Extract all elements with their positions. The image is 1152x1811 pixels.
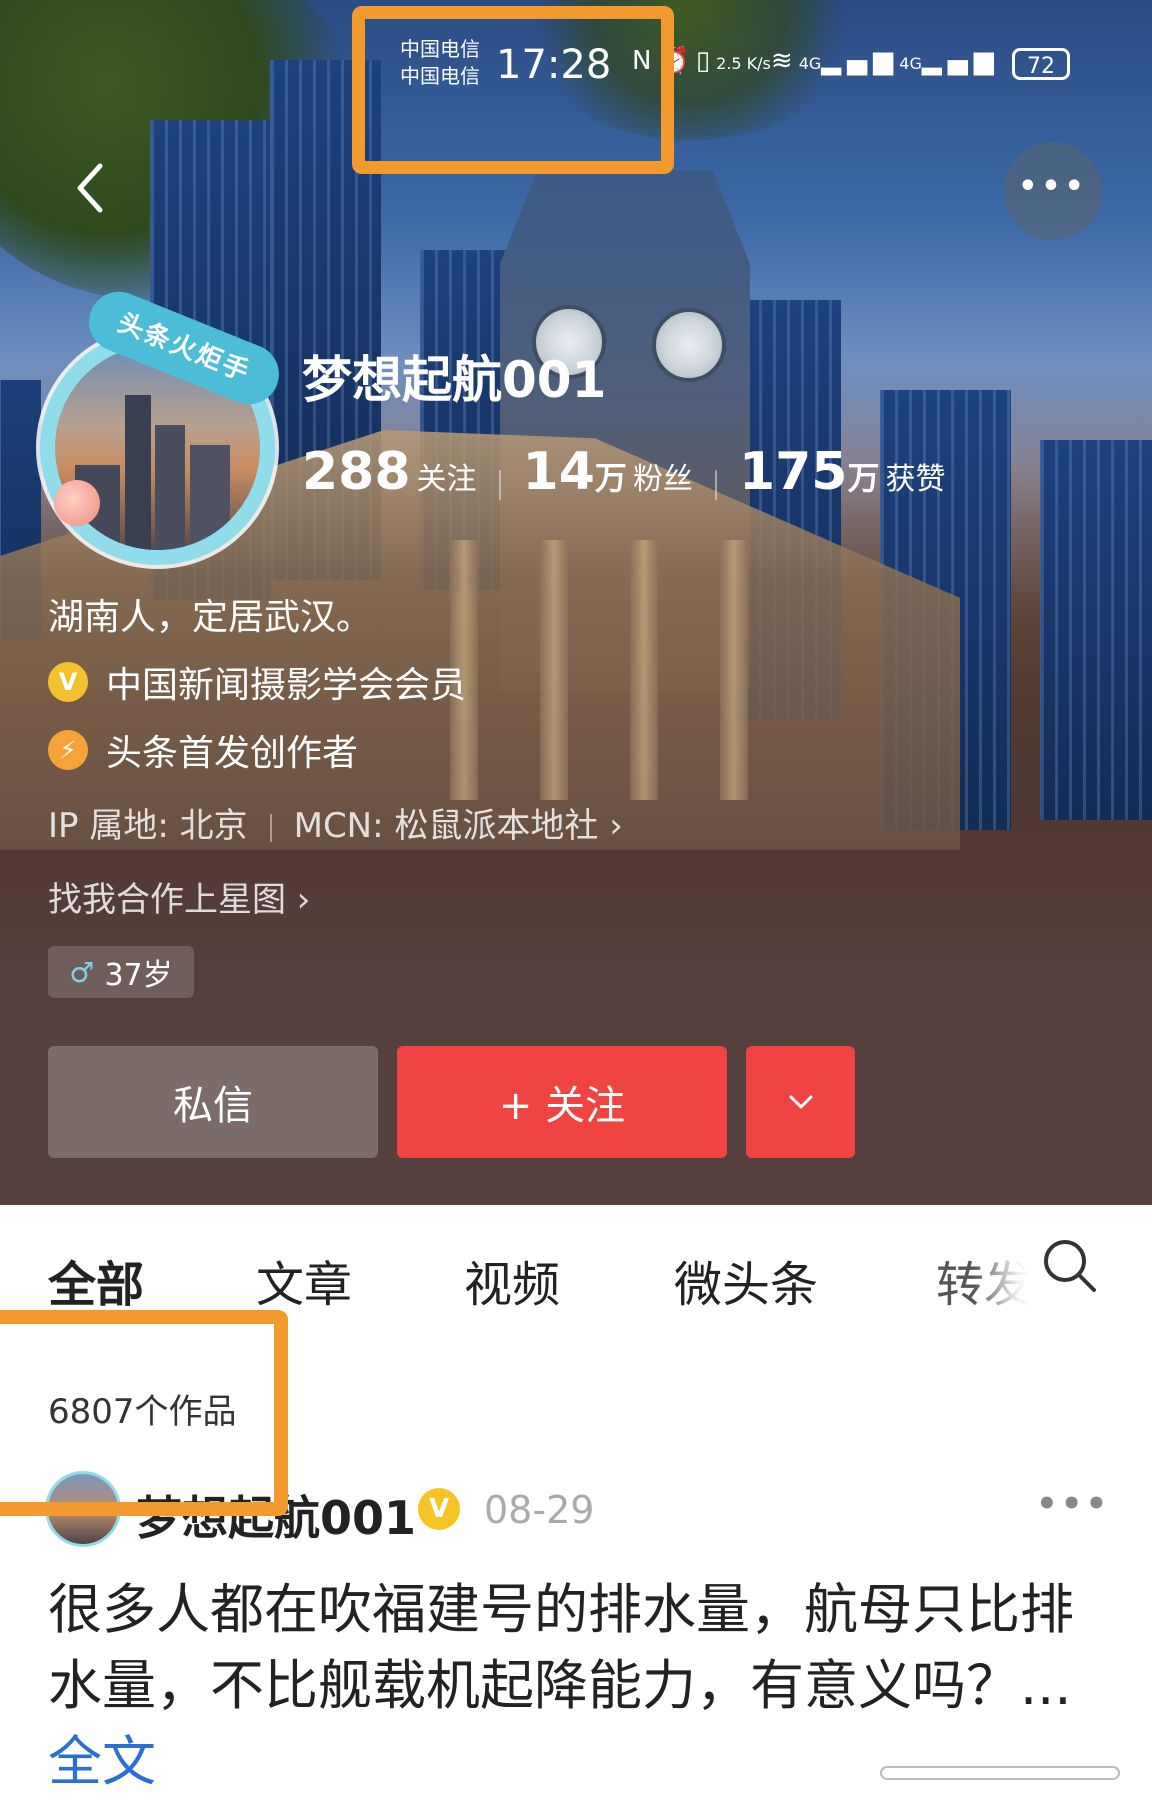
vibrate-icon: ▯ xyxy=(695,46,717,76)
certification-text: 中国新闻摄影学会会员 xyxy=(106,665,467,706)
signal-icon: ▂▄▆ xyxy=(821,46,900,76)
tab-articles[interactable]: 文章 xyxy=(256,1245,352,1315)
post-more-button[interactable]: ••• xyxy=(1036,1484,1110,1524)
chevron-down-icon xyxy=(789,1095,812,1109)
creator-text: 头条首发创作者 xyxy=(106,733,359,774)
tab-videos[interactable]: 视频 xyxy=(464,1245,560,1315)
skyscraper xyxy=(1040,440,1152,820)
search-icon xyxy=(1044,1240,1096,1292)
profile-bio: 湖南人，定居武汉。 xyxy=(48,597,373,638)
peach-icon xyxy=(54,480,100,526)
message-button[interactable]: 私信 xyxy=(48,1046,378,1158)
building-column xyxy=(540,540,568,800)
stat-following[interactable]: 288 关注 xyxy=(302,442,477,502)
tab-all[interactable]: 全部 xyxy=(48,1245,144,1315)
building-column xyxy=(720,540,748,800)
home-indicator xyxy=(880,1766,1120,1780)
building-column xyxy=(630,540,658,800)
stat-divider xyxy=(498,469,501,500)
creator-row: ⚡ 头条首发创作者 xyxy=(48,724,358,776)
stat-followers[interactable]: 14万 粉丝 xyxy=(523,442,693,502)
battery-level: 72 xyxy=(1027,54,1055,79)
signal-label-2: 4G xyxy=(899,54,922,73)
clock-face xyxy=(652,308,726,382)
tab-reposts[interactable]: 转发 xyxy=(936,1245,1028,1315)
age-tag: ♂ 37岁 xyxy=(48,946,194,998)
profile-stats: 288 关注 14万 粉丝 175万 获赞 xyxy=(302,442,946,502)
follow-button[interactable]: + 关注 xyxy=(397,1046,727,1158)
ip-mcn-row: IP 属地: 北京 MCN: 松鼠派本地社 › xyxy=(48,798,623,847)
certification-row: V 中国新闻摄影学会会员 xyxy=(48,656,466,708)
status-icons: N⏰▯2.5 K/s≋4G▂▄▆4G▂▄▆ xyxy=(632,46,1000,76)
recommend-dropdown-button[interactable] xyxy=(746,1046,855,1158)
signal-label-1: 4G xyxy=(798,54,822,73)
search-button[interactable] xyxy=(1040,1236,1098,1294)
tab-micro-posts[interactable]: 微头条 xyxy=(674,1245,818,1315)
verified-v-icon: V xyxy=(48,662,88,702)
more-options-button[interactable]: ••• xyxy=(1004,142,1102,240)
post-body: 很多人都在吹福建号的排水量，航母只比排水量，不比舰载机起降能力，有意义吗？... xyxy=(48,1578,1074,1717)
ip-divider xyxy=(269,813,272,842)
profile-name: 梦想起航001 xyxy=(302,351,607,409)
more-dots-icon: ••• xyxy=(1018,169,1088,204)
stat-divider xyxy=(714,469,717,500)
stat-likes[interactable]: 175万 获赞 xyxy=(739,442,946,502)
highlight-box-works xyxy=(0,1310,288,1516)
net-speed: 2.5 K/s xyxy=(716,54,771,73)
back-button[interactable] xyxy=(70,160,130,220)
post-date: 08-29 xyxy=(484,1488,595,1532)
mcn-link[interactable]: MCN: 松鼠派本地社 › xyxy=(294,806,623,846)
wifi-icon: ≋ xyxy=(770,46,799,76)
battery-icon: 72 xyxy=(1012,48,1070,80)
chevron-left-icon xyxy=(77,163,103,213)
age-text: 37岁 xyxy=(104,958,173,993)
male-gender-icon: ♂ xyxy=(69,955,95,989)
read-more-link[interactable]: 全文 xyxy=(48,1730,156,1793)
highlight-box-time xyxy=(352,6,674,174)
verified-icon: V xyxy=(418,1488,460,1530)
ip-location: IP 属地: 北京 xyxy=(48,806,248,846)
lightning-icon: ⚡ xyxy=(48,730,88,770)
star-map-link[interactable]: 找我合作上星图 › xyxy=(48,872,310,921)
signal-icon: ▂▄▆ xyxy=(921,46,1000,76)
